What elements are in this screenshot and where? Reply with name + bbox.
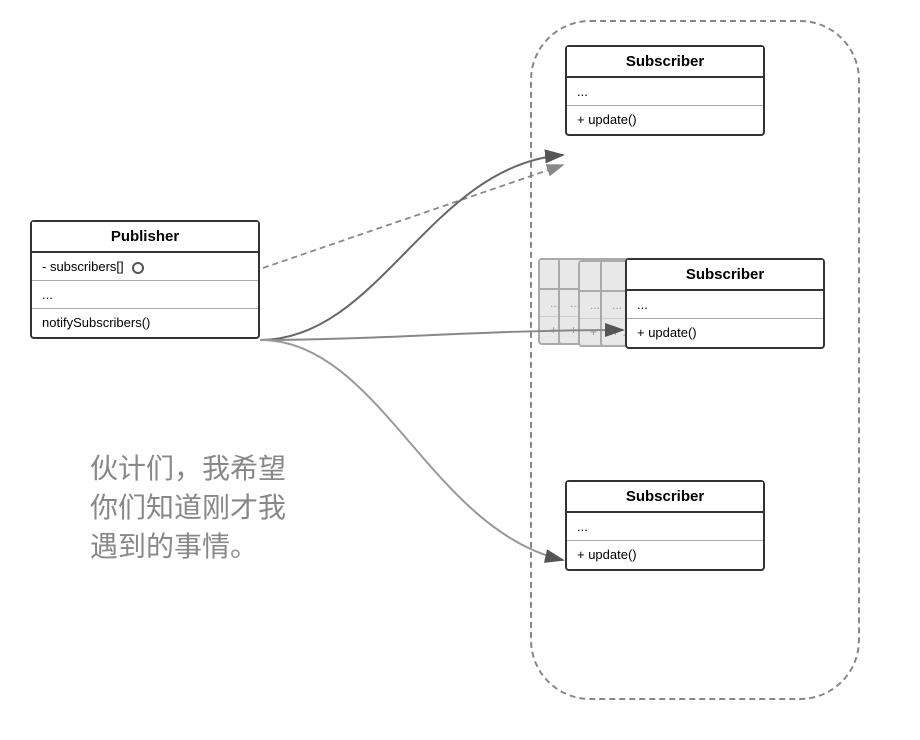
dashed-arrow-top xyxy=(263,165,563,268)
subscriber-mid-method: + update() xyxy=(627,319,823,347)
arrow-to-top xyxy=(260,155,563,340)
subscriber-mid-field: ... xyxy=(627,291,823,319)
subscriber-top-field: ... xyxy=(567,78,763,106)
diagram-container: S... ... + ... Su... ... + ... Sub... ..… xyxy=(0,0,920,740)
caption-text: 伙计们，我希望 你们知道刚才我 遇到的事情。 xyxy=(90,450,286,568)
subscriber-bot-title: Subscriber xyxy=(567,482,763,513)
publisher-method1: notifySubscribers() xyxy=(32,309,258,337)
arrows-svg xyxy=(0,0,920,740)
subscriber-bot-method: + update() xyxy=(567,541,763,569)
publisher-box: Publisher - subscribers[] ... notifySubs… xyxy=(30,220,260,339)
caption-line1: 伙计们，我希望 xyxy=(90,450,286,489)
subscriber-top-method: + update() xyxy=(567,106,763,134)
publisher-field2: ... xyxy=(32,281,258,309)
arrow-to-bot xyxy=(260,340,563,560)
publisher-field1: - subscribers[] xyxy=(32,253,258,281)
subscriber-top-box: Subscriber ... + update() xyxy=(565,45,765,136)
caption-line3: 遇到的事情。 xyxy=(90,528,286,567)
subscriber-mid-box: Subscriber ... + update() xyxy=(625,258,825,349)
publisher-field1-text: - subscribers[] xyxy=(42,259,124,274)
lollipop-icon xyxy=(132,262,144,274)
subscriber-mid-title: Subscriber xyxy=(627,260,823,291)
subscriber-top-title: Subscriber xyxy=(567,47,763,78)
subscriber-bot-field: ... xyxy=(567,513,763,541)
publisher-title: Publisher xyxy=(32,222,258,253)
caption-line2: 你们知道刚才我 xyxy=(90,489,286,528)
subscriber-bot-box: Subscriber ... + update() xyxy=(565,480,765,571)
